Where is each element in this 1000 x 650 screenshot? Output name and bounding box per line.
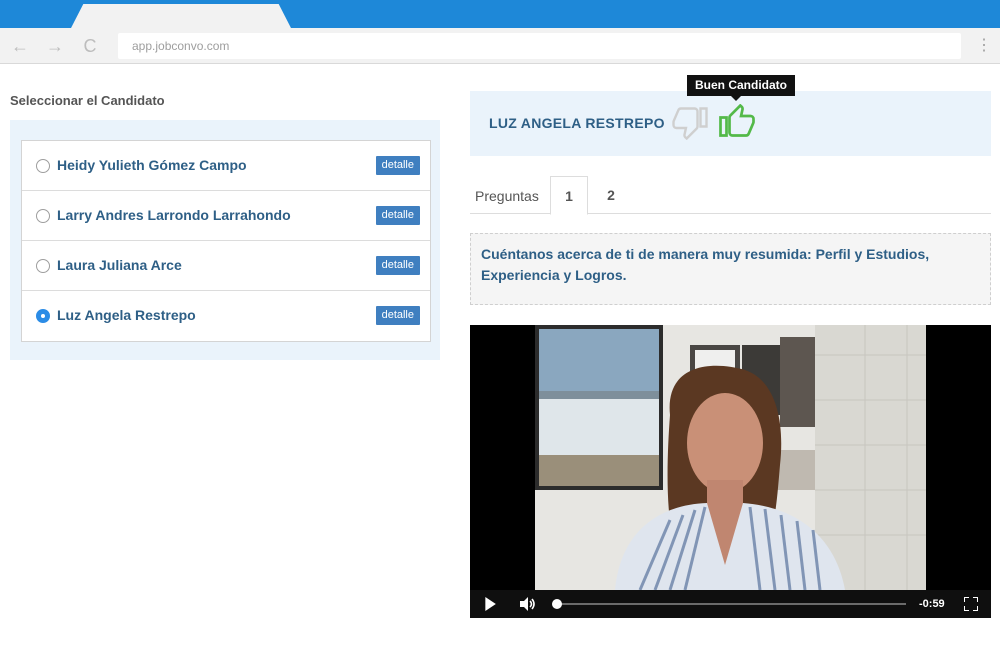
good-candidate-tooltip: Buen Candidato: [687, 75, 795, 101]
candidate-row[interactable]: Larry Andres Larrondo Larrahondo detalle: [22, 191, 430, 241]
candidate-list: Heidy Yulieth Gómez Campo detalle Larry …: [21, 140, 431, 342]
volume-icon[interactable]: [518, 597, 538, 611]
detalle-button[interactable]: detalle: [375, 206, 420, 225]
candidate-radio[interactable]: [36, 159, 50, 173]
browser-toolbar: ← → C app.jobconvo.com ⋮: [0, 28, 1000, 64]
question-tabs: Preguntas 1 2: [470, 176, 991, 215]
detalle-button[interactable]: detalle: [375, 156, 420, 175]
video-time-remaining: -0:59: [919, 598, 945, 610]
candidate-name: Heidy Yulieth Gómez Campo: [57, 157, 247, 173]
video-controls: -0:59: [470, 590, 991, 618]
candidate-radio-selected[interactable]: [36, 309, 50, 323]
back-icon[interactable]: ←: [8, 34, 32, 58]
detalle-button[interactable]: detalle: [375, 306, 420, 325]
candidate-radio[interactable]: [36, 259, 50, 273]
candidate-name: Luz Angela Restrepo: [57, 307, 196, 323]
thumbs-down-icon[interactable]: [672, 104, 708, 140]
tab-question-2[interactable]: 2: [592, 176, 630, 214]
reload-icon[interactable]: C: [78, 34, 102, 58]
candidate-name: Laura Juliana Arce: [57, 257, 182, 273]
browser-title-bar: [0, 0, 1000, 30]
candidate-row[interactable]: Luz Angela Restrepo detalle: [22, 291, 430, 341]
question-text: Cuéntanos acerca de ti de manera muy res…: [470, 233, 991, 305]
forward-icon[interactable]: →: [43, 34, 67, 58]
thumbs-up-icon[interactable]: [719, 104, 755, 140]
detalle-button[interactable]: detalle: [375, 256, 420, 275]
video-progress-handle[interactable]: [552, 599, 562, 609]
video-still-image: [535, 325, 926, 590]
play-icon[interactable]: [481, 597, 499, 611]
candidate-panel: Heidy Yulieth Gómez Campo detalle Larry …: [10, 120, 440, 360]
candidate-radio[interactable]: [36, 209, 50, 223]
browser-menu-icon[interactable]: ⋮: [976, 36, 992, 56]
candidate-row[interactable]: Heidy Yulieth Gómez Campo detalle: [22, 141, 430, 191]
selected-candidate-name: LUZ ANGELA RESTREPO: [489, 115, 665, 131]
candidate-name: Larry Andres Larrondo Larrahondo: [57, 207, 291, 223]
tabs-label: Preguntas: [475, 188, 539, 204]
candidate-list-title: Seleccionar el Candidato: [10, 93, 165, 108]
tab-question-1[interactable]: 1: [550, 176, 588, 215]
video-frame: [535, 325, 926, 590]
candidate-row[interactable]: Laura Juliana Arce detalle: [22, 241, 430, 291]
address-bar[interactable]: app.jobconvo.com: [118, 33, 961, 59]
browser-tab[interactable]: [70, 4, 292, 30]
video-player[interactable]: -0:59: [470, 325, 991, 618]
video-progress-bar[interactable]: [556, 603, 906, 605]
fullscreen-icon[interactable]: [964, 597, 978, 611]
